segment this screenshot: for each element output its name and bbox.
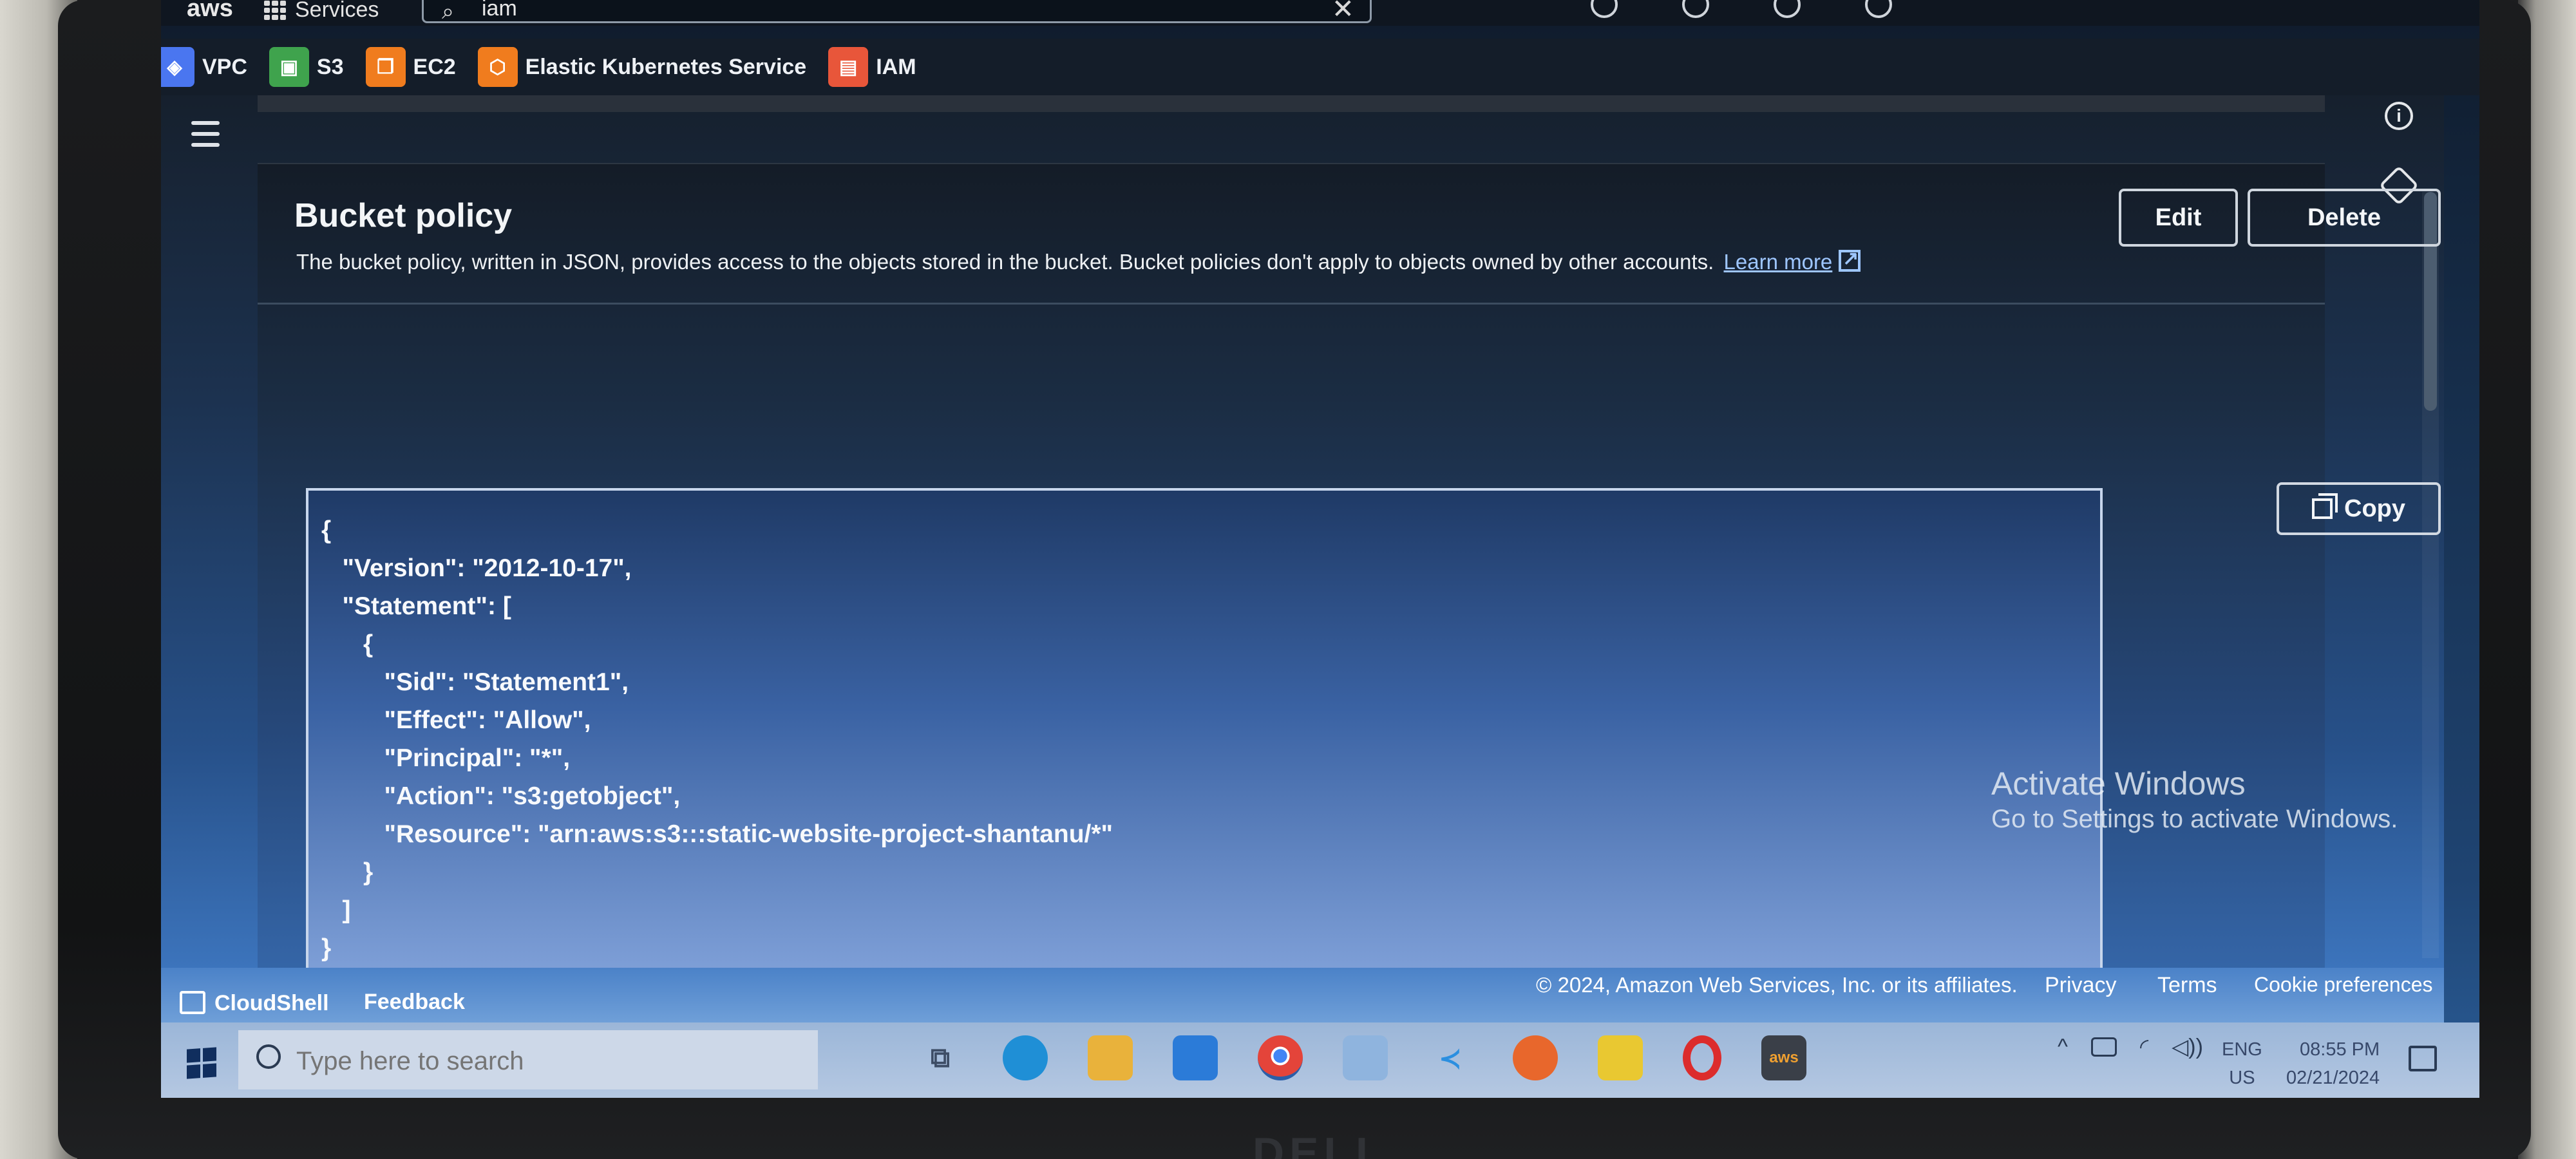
edge-icon[interactable] — [1003, 1035, 1048, 1080]
info-icon[interactable]: i — [2385, 102, 2413, 130]
page-scrollbar[interactable] — [2422, 192, 2439, 958]
language-code: ENG — [2222, 1039, 2262, 1060]
main-content: i Bucket policy The bucket policy, writt… — [161, 95, 2444, 977]
notifications-icon[interactable] — [1682, 0, 1709, 18]
favorite-s3[interactable]: ▣ S3 — [269, 47, 344, 87]
favorite-iam[interactable]: ▤ IAM — [828, 47, 916, 87]
feedback-link[interactable]: Feedback — [364, 990, 465, 1015]
bucket-policy-card: Bucket policy The bucket policy, written… — [258, 163, 2441, 977]
folder-icon[interactable] — [1343, 1035, 1388, 1080]
search-icon — [256, 1044, 281, 1069]
previous-section-edge — [258, 95, 2325, 112]
search-icon: ⌕ — [442, 0, 455, 24]
terms-link[interactable]: Terms — [2157, 973, 2217, 998]
external-link-icon — [1839, 247, 1861, 272]
privacy-link[interactable]: Privacy — [2045, 973, 2116, 998]
taskbar-apps: ⧉ ≺ aws — [918, 1035, 1806, 1080]
copyright-text: © 2024, Amazon Web Services, Inc. or its… — [1536, 973, 2018, 997]
eks-icon: ⬡ — [477, 47, 518, 87]
windows-taskbar: ⧉ ≺ aws ^ ◜ ◁)) ENG US 08:55 PM 02/21/20… — [161, 1022, 2479, 1098]
favorite-label: IAM — [876, 54, 916, 79]
taskbar-search[interactable] — [238, 1030, 818, 1089]
cloudshell-nav-icon[interactable] — [1591, 0, 1618, 18]
favorite-eks[interactable]: ⬡ Elastic Kubernetes Service — [477, 47, 807, 87]
edit-button[interactable]: Edit — [2119, 189, 2238, 247]
volume-icon[interactable]: ◁)) — [2172, 1034, 2203, 1060]
aws-logo[interactable]: aws — [187, 0, 233, 23]
policy-json: { "Version": "2012-10-17", "Statement": … — [321, 516, 1113, 962]
keyboard-layout: US — [2229, 1068, 2255, 1088]
dell-logo: DELL — [1253, 1129, 1388, 1159]
clear-search-icon[interactable]: ✕ — [1332, 0, 1354, 24]
clock-date: 02/21/2024 — [2286, 1068, 2380, 1088]
clock-time: 08:55 PM — [2300, 1039, 2380, 1060]
favorite-label: Elastic Kubernetes Service — [525, 54, 807, 79]
laptop-screen: aws Services ⌕ ✕ ◈ VPC ▣ S3 ❐ — [161, 0, 2479, 1098]
aws-footer: CloudShell Feedback © 2024, Amazon Web S… — [161, 968, 2444, 1022]
aws-search-box[interactable]: ⌕ ✕ — [422, 0, 1372, 24]
delete-button[interactable]: Delete — [2248, 189, 2441, 247]
cookie-preferences-link[interactable]: Cookie preferences — [2254, 973, 2432, 997]
iam-icon: ▤ — [828, 47, 869, 87]
sticky-notes-icon[interactable] — [1598, 1035, 1643, 1080]
policy-code-box[interactable]: { "Version": "2012-10-17", "Statement": … — [306, 488, 2103, 977]
notification-center-icon[interactable] — [2409, 1046, 2437, 1071]
menu-icon[interactable] — [191, 121, 220, 147]
copy-label: Copy — [2344, 495, 2405, 522]
settings-icon[interactable] — [1865, 0, 1892, 18]
activate-windows-watermark: Activate Windows Go to Settings to activ… — [1991, 765, 2398, 834]
watermark-title: Activate Windows — [1991, 766, 2246, 802]
language-indicator[interactable]: ENG US — [2222, 1035, 2262, 1092]
chrome-icon[interactable] — [1258, 1035, 1303, 1080]
description-text: The bucket policy, written in JSON, prov… — [296, 250, 1714, 274]
grid-icon — [264, 0, 286, 20]
favorite-vpc[interactable]: ◈ VPC — [161, 47, 247, 87]
network-icon[interactable] — [2090, 1037, 2117, 1057]
firefox-icon[interactable] — [1513, 1035, 1558, 1080]
favorite-label: EC2 — [413, 54, 456, 79]
aws-app-icon[interactable]: aws — [1761, 1035, 1806, 1080]
vpc-icon: ◈ — [161, 47, 194, 87]
favorites-bar: ◈ VPC ▣ S3 ❐ EC2 ⬡ Elastic Kubernetes Se… — [161, 39, 2479, 95]
windows-start-icon[interactable] — [187, 1047, 216, 1079]
card-header: Bucket policy The bucket policy, written… — [258, 164, 2441, 305]
favorite-ec2[interactable]: ❐ EC2 — [365, 47, 456, 87]
card-description: The bucket policy, written in JSON, prov… — [296, 247, 1861, 274]
chevron-up-icon[interactable]: ^ — [2058, 1035, 2068, 1060]
wifi-icon[interactable]: ◜ — [2140, 1034, 2148, 1060]
mail-icon[interactable] — [1173, 1035, 1218, 1080]
services-menu-button[interactable]: Services — [264, 0, 379, 23]
copy-icon — [2312, 493, 2338, 519]
services-label: Services — [295, 0, 379, 22]
card-title: Bucket policy — [294, 197, 513, 234]
favorite-label: VPC — [202, 54, 247, 79]
help-icon[interactable] — [1774, 0, 1801, 18]
vscode-icon[interactable]: ≺ — [1428, 1035, 1473, 1080]
cloudshell-link[interactable]: CloudShell — [214, 991, 329, 1016]
ec2-icon: ❐ — [365, 47, 406, 87]
favorite-label: S3 — [316, 54, 344, 79]
clock[interactable]: 08:55 PM 02/21/2024 — [2286, 1035, 2380, 1092]
file-explorer-icon[interactable] — [1088, 1035, 1133, 1080]
nav-icons — [1591, 0, 1892, 18]
copy-button[interactable]: Copy — [2277, 482, 2441, 535]
aws-search-input[interactable] — [482, 0, 1255, 20]
aws-top-nav: aws Services ⌕ ✕ — [161, 0, 2479, 26]
learn-more-link[interactable]: Learn more — [1724, 250, 1833, 274]
watermark-subtitle: Go to Settings to activate Windows. — [1991, 805, 2398, 833]
task-view-icon[interactable]: ⧉ — [918, 1035, 963, 1080]
system-tray: ^ ◜ ◁)) — [2058, 1034, 2203, 1060]
s3-icon: ▣ — [269, 47, 309, 87]
cloudshell-icon[interactable] — [180, 991, 205, 1014]
opera-icon[interactable] — [1683, 1035, 1721, 1080]
taskbar-search-input[interactable] — [296, 1047, 786, 1075]
